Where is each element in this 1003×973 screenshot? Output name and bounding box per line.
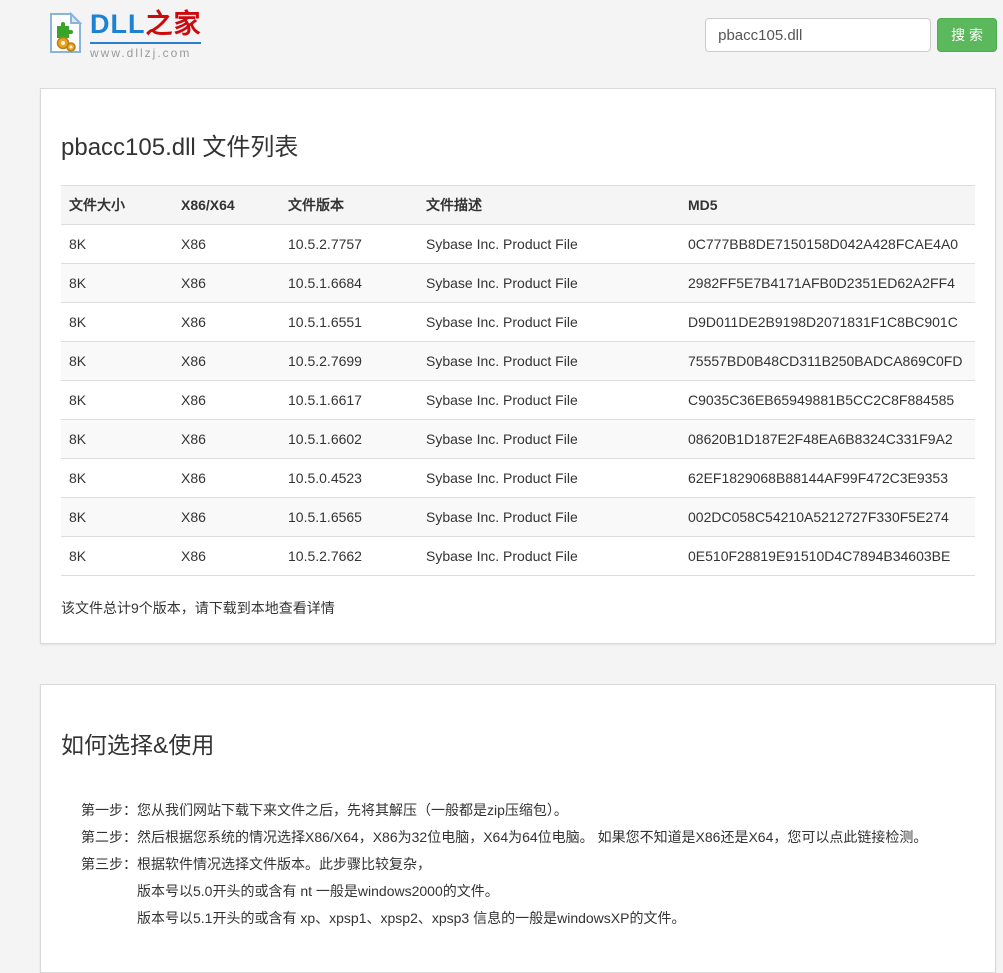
usage-card: 如何选择&使用 第一步：您从我们网站下载下来文件之后，先将其解压（一般都是zip…	[40, 684, 996, 973]
cell-desc: Sybase Inc. Product File	[418, 498, 680, 537]
cell-version: 10.5.1.6551	[280, 303, 418, 342]
usage-step-3-note-1: 版本号以5.0开头的或含有 nt 一般是windows2000的文件。	[81, 878, 975, 905]
column-header-desc: 文件描述	[418, 186, 680, 225]
cell-desc: Sybase Inc. Product File	[418, 264, 680, 303]
cell-arch: X86	[173, 303, 280, 342]
dll-file-icon	[48, 12, 82, 59]
file-count-note: 该文件总计9个版本，请下载到本地查看详情	[61, 598, 975, 618]
cell-md5: 62EF1829068B88144AF99F472C3E9353	[680, 459, 975, 498]
cell-desc: Sybase Inc. Product File	[418, 381, 680, 420]
cell-arch: X86	[173, 420, 280, 459]
cell-md5: 002DC058C54210A5212727F330F5E274	[680, 498, 975, 537]
cell-desc: Sybase Inc. Product File	[418, 342, 680, 381]
cell-size: 8K	[61, 537, 173, 576]
cell-arch: X86	[173, 459, 280, 498]
cell-size: 8K	[61, 342, 173, 381]
usage-step-3: 第三步：根据软件情况选择文件版本。此步骤比较复杂，	[81, 851, 975, 878]
cell-arch: X86	[173, 342, 280, 381]
usage-title: 如何选择&使用	[61, 685, 975, 760]
cell-arch: X86	[173, 537, 280, 576]
usage-step-1: 第一步：您从我们网站下载下来文件之后，先将其解压（一般都是zip压缩包）。	[81, 797, 975, 824]
cell-arch: X86	[173, 225, 280, 264]
cell-version: 10.5.2.7757	[280, 225, 418, 264]
search-bar: 搜 索	[705, 18, 997, 52]
cell-size: 8K	[61, 225, 173, 264]
cell-md5: 0C777BB8DE7150158D042A428FCAE4A0	[680, 225, 975, 264]
page-title: pbacc105.dll 文件列表	[61, 89, 975, 185]
cell-size: 8K	[61, 303, 173, 342]
cell-version: 10.5.1.6617	[280, 381, 418, 420]
table-row: 8K X86 10.5.1.6565 Sybase Inc. Product F…	[61, 498, 975, 537]
cell-md5: C9035C36EB65949881B5CC2C8F884585	[680, 381, 975, 420]
cell-version: 10.5.1.6565	[280, 498, 418, 537]
cell-version: 10.5.2.7699	[280, 342, 418, 381]
table-header-row: 文件大小 X86/X64 文件版本 文件描述 MD5	[61, 186, 975, 225]
table-row: 8K X86 10.5.1.6551 Sybase Inc. Product F…	[61, 303, 975, 342]
cell-md5: 75557BD0B48CD311B250BADCA869C0FD	[680, 342, 975, 381]
cell-version: 10.5.2.7662	[280, 537, 418, 576]
table-row: 8K X86 10.5.0.4523 Sybase Inc. Product F…	[61, 459, 975, 498]
site-header: DLL之家 www.dllzj.com 搜 索	[40, 0, 997, 70]
cell-arch: X86	[173, 498, 280, 537]
usage-step-3-note-2: 版本号以5.1开头的或含有 xp、xpsp1、xpsp2、xpsp3 信息的一般…	[81, 905, 975, 932]
cell-size: 8K	[61, 264, 173, 303]
column-header-md5: MD5	[680, 186, 975, 225]
table-row: 8K X86 10.5.1.6602 Sybase Inc. Product F…	[61, 420, 975, 459]
cell-size: 8K	[61, 381, 173, 420]
cell-version: 10.5.0.4523	[280, 459, 418, 498]
cell-md5: D9D011DE2B9198D2071831F1C8BC901C	[680, 303, 975, 342]
column-header-size: 文件大小	[61, 186, 173, 225]
table-row: 8K X86 10.5.1.6617 Sybase Inc. Product F…	[61, 381, 975, 420]
logo-text-en: DLL	[90, 9, 145, 39]
table-row: 8K X86 10.5.1.6684 Sybase Inc. Product F…	[61, 264, 975, 303]
table-row: 8K X86 10.5.2.7757 Sybase Inc. Product F…	[61, 225, 975, 264]
site-logo[interactable]: DLL之家 www.dllzj.com	[48, 11, 201, 59]
search-button[interactable]: 搜 索	[937, 18, 997, 52]
table-row: 8K X86 10.5.2.7699 Sybase Inc. Product F…	[61, 342, 975, 381]
file-list-card: pbacc105.dll 文件列表 文件大小 X86/X64 文件版本 文件描述…	[40, 88, 996, 644]
cell-arch: X86	[173, 381, 280, 420]
logo-text-cn: 之家	[145, 9, 201, 39]
cell-md5: 08620B1D187E2F48EA6B8324C331F9A2	[680, 420, 975, 459]
cell-desc: Sybase Inc. Product File	[418, 459, 680, 498]
cell-size: 8K	[61, 420, 173, 459]
cell-desc: Sybase Inc. Product File	[418, 420, 680, 459]
logo-wordmark: DLL之家	[90, 11, 201, 44]
file-table: 文件大小 X86/X64 文件版本 文件描述 MD5 8K X86 10.5.2…	[61, 185, 975, 576]
usage-step-2: 第二步：然后根据您系统的情况选择X86/X64，X86为32位电脑，X64为64…	[81, 824, 975, 851]
cell-size: 8K	[61, 498, 173, 537]
cell-version: 10.5.1.6602	[280, 420, 418, 459]
usage-steps: 第一步：您从我们网站下载下来文件之后，先将其解压（一般都是zip压缩包）。 第二…	[61, 797, 975, 932]
cell-desc: Sybase Inc. Product File	[418, 303, 680, 342]
cell-md5: 2982FF5E7B4171AFB0D2351ED62A2FF4	[680, 264, 975, 303]
search-input[interactable]	[705, 18, 931, 52]
column-header-arch: X86/X64	[173, 186, 280, 225]
cell-size: 8K	[61, 459, 173, 498]
page: DLL之家 www.dllzj.com 搜 索 pbacc105.dll 文件列…	[0, 0, 1003, 973]
cell-desc: Sybase Inc. Product File	[418, 537, 680, 576]
cell-arch: X86	[173, 264, 280, 303]
cell-version: 10.5.1.6684	[280, 264, 418, 303]
cell-desc: Sybase Inc. Product File	[418, 225, 680, 264]
table-row: 8K X86 10.5.2.7662 Sybase Inc. Product F…	[61, 537, 975, 576]
column-header-version: 文件版本	[280, 186, 418, 225]
cell-md5: 0E510F28819E91510D4C7894B34603BE	[680, 537, 975, 576]
logo-site-url: www.dllzj.com	[90, 47, 201, 59]
